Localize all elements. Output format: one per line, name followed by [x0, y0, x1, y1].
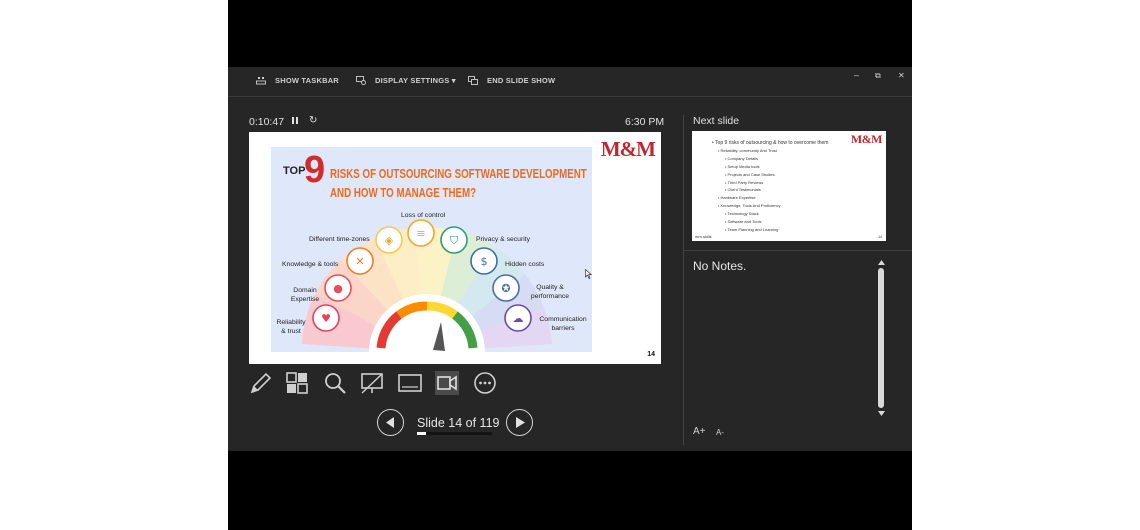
close-icon[interactable]: ✕ [898, 71, 905, 80]
clock: 6:30 PM [625, 116, 665, 128]
slide-counter[interactable]: Slide 14 of 119 [417, 416, 499, 430]
svg-text:◈: ◈ [385, 234, 394, 247]
show-taskbar-button[interactable]: SHOW TASKBAR [256, 76, 339, 85]
presenter-view: SHOW TASKBAR DISPLAY SETTINGS ▾ END SLID… [228, 67, 912, 451]
risk-loss-of-control: Loss of control [401, 212, 446, 219]
infographic: TOP 9 RISKS OF OUTSOURCING SOFTWARE DEVE… [271, 147, 592, 352]
risk-privacy-security: Privacy & security [476, 236, 531, 243]
pen-icon[interactable] [249, 371, 273, 395]
display-settings-button[interactable]: DISPLAY SETTINGS ▾ [356, 76, 456, 85]
chevron-right-icon [516, 417, 525, 428]
risk-reliability-trust: Reliability & trust [276, 319, 306, 336]
svg-text:≡: ≡ [416, 227, 425, 240]
scroll-down-icon[interactable] [878, 411, 885, 416]
end-show-icon [468, 76, 478, 85]
thumb-outline-line: • Reliability, community And Trust [718, 147, 777, 153]
pause-timer-icon[interactable] [291, 116, 299, 127]
show-taskbar-label: SHOW TASKBAR [275, 76, 339, 85]
svg-text:⛉: ⛉ [450, 234, 459, 247]
thumb-outline-line: • Team Planning and Learning [725, 226, 779, 232]
restart-timer-icon[interactable]: ↻ [309, 115, 317, 126]
scroll-up-icon[interactable] [878, 260, 885, 265]
thumb-outline-line: • Client Testimonials [725, 187, 761, 193]
elapsed-timer: 0:10:47 [249, 116, 285, 128]
chevron-left-icon [386, 417, 394, 428]
screen: SHOW TASKBAR DISPLAY SETTINGS ▾ END SLID… [228, 0, 912, 530]
risk-quality-performance: Quality & performance [530, 284, 570, 301]
end-slide-show-button[interactable]: END SLIDE SHOW [468, 76, 555, 85]
risk-communication-barriers: Communication barriers [539, 316, 587, 333]
thumb-outline-line: • Top 9 risks of outsourcing & how to ov… [712, 140, 829, 146]
thumb-outline-line: • Technology Stack [725, 211, 759, 217]
pane-divider[interactable] [683, 115, 684, 445]
svg-text:♥: ♥ [321, 312, 331, 325]
thumb-outline-line: • Company Details [725, 155, 758, 161]
svg-text:$: $ [481, 255, 488, 268]
thumb-outline-line: • Knowledge, Tools And Proficiency [718, 203, 781, 209]
risk-knowledge-tools: Knowledge & tools [282, 261, 339, 268]
thumb-outline-line: • Third Party Reviews [725, 179, 764, 185]
mouse-pointer-icon [585, 269, 592, 279]
notes-scrollbar[interactable] [877, 260, 886, 417]
svg-text:☁: ☁ [513, 312, 524, 325]
thumb-outline-line: • Setup Media tools [725, 163, 760, 169]
thumb-outline-line: • Projects and Case Studies [725, 171, 775, 177]
restore-icon[interactable]: ⧉ [875, 71, 881, 81]
black-screen-icon[interactable] [360, 371, 384, 395]
slide-logo: M&M [600, 137, 656, 161]
next-slide-button[interactable] [506, 409, 533, 436]
scroll-thumb[interactable] [878, 268, 884, 408]
subtitles-icon[interactable] [398, 371, 422, 395]
svg-text:●: ● [333, 282, 343, 295]
end-slide-show-label: END SLIDE SHOW [487, 76, 556, 85]
chevron-down-icon: ▾ [451, 76, 456, 85]
current-slide[interactable]: M&M TOP 9 RISKS OF OUTSOURCING SOFTWARE … [249, 132, 661, 364]
next-slide-thumbnail[interactable]: M&M • Top 9 risks of outsourcing & how t… [692, 131, 886, 241]
thumb-outline-line: • Software and Tools [725, 219, 762, 224]
presenter-toolbar: SHOW TASKBAR DISPLAY SETTINGS ▾ END SLID… [228, 67, 912, 97]
risk-domain-expertise: Domain Expertise [290, 287, 320, 304]
risk-hidden-costs: Hidden costs [505, 261, 545, 268]
taskbar-icon [256, 77, 266, 85]
risk-different-time-zones: Different time-zones [309, 236, 370, 243]
next-slide-heading: Next slide [693, 115, 740, 127]
slide-page-number: 14 [647, 351, 655, 358]
slide-progress-fill [417, 432, 426, 435]
more-options-icon[interactable] [473, 371, 497, 395]
see-all-slides-icon[interactable] [285, 371, 309, 395]
display-settings-icon [356, 76, 366, 85]
thumb-logo: M&M [850, 132, 883, 146]
presenter-tools [249, 371, 509, 395]
thumb-page-number: 14 [878, 235, 882, 239]
previous-slide-button[interactable] [377, 409, 404, 436]
thumb-outline-line: • Hardware Expertise [718, 195, 756, 201]
increase-font-button[interactable]: A+ [693, 426, 706, 437]
decrease-font-button[interactable]: A- [716, 428, 724, 437]
slide-progress-bar [417, 432, 492, 435]
minimize-icon[interactable]: – [854, 70, 859, 80]
svg-text:✕: ✕ [355, 255, 364, 268]
camera-icon[interactable] [435, 371, 459, 395]
display-settings-label: DISPLAY SETTINGS ▾ [375, 76, 456, 85]
notes-separator[interactable] [684, 250, 912, 251]
thumb-footer: mm-skills [695, 234, 712, 239]
zoom-icon[interactable] [323, 371, 347, 395]
speaker-notes[interactable]: No Notes. [693, 259, 746, 273]
svg-text:✪: ✪ [501, 282, 510, 295]
